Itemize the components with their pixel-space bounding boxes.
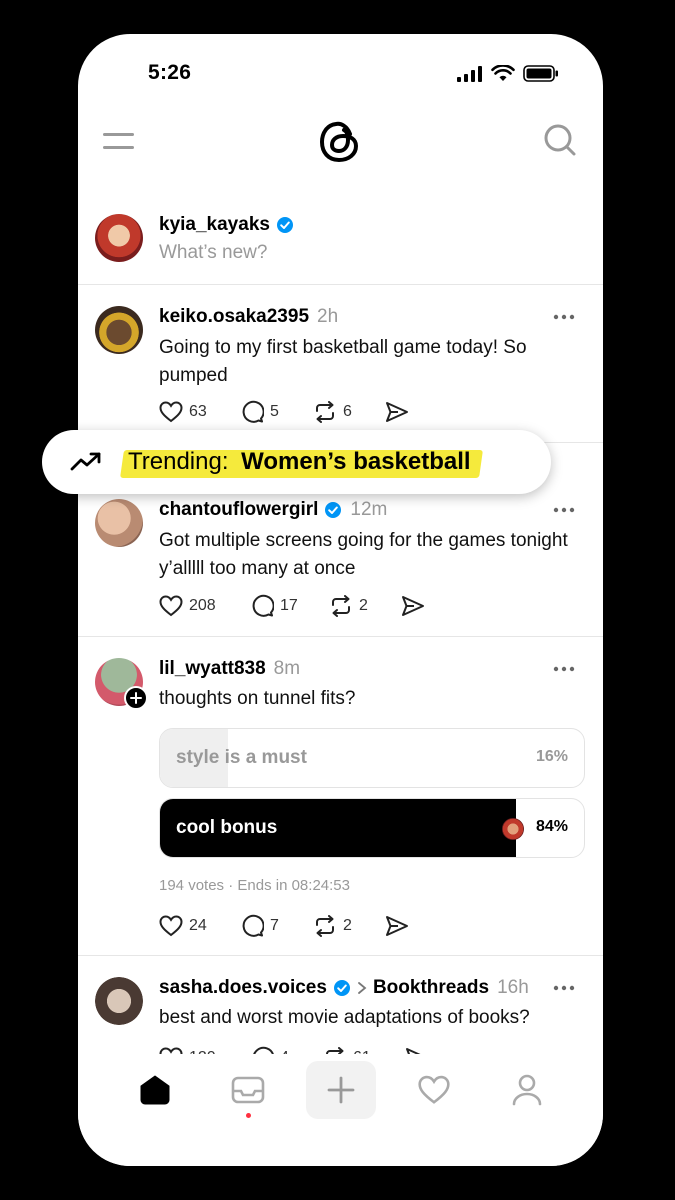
post-username[interactable]: sasha.does.voices Bookthreads 16h [159,977,529,999]
reply-button[interactable]: 17 [251,594,329,617]
share-button[interactable] [385,401,409,423]
repost-button[interactable]: 2 [313,914,385,937]
more-options-icon[interactable] [553,666,575,672]
divider [78,955,603,956]
phone-screen: 5:26 kyia_kayaks What’s new? keiko.osaka… [78,34,603,1166]
trending-up-icon [70,452,101,471]
community-name[interactable]: Bookthreads [373,977,489,999]
verified-badge-icon [276,217,293,233]
post-time: 2h [317,306,339,327]
wifi-icon [491,65,515,81]
like-button[interactable]: 208 [159,594,251,617]
nav-inbox[interactable] [213,1061,283,1119]
repost-icon [316,400,334,423]
trending-topic: Women’s basketball [241,448,471,475]
repost-button[interactable]: 6 [313,400,385,423]
comment-icon [242,400,264,423]
post-text: best and worst movie adaptations of book… [159,1007,530,1028]
poll-percent: 84% [535,818,568,835]
poll-option-label: style is a must [176,747,307,768]
post-actions: 24 7 2 [159,914,409,937]
composer-input[interactable]: What’s new? [159,242,267,264]
more-options-icon[interactable] [553,507,575,513]
post-actions: 208 17 2 [159,594,425,617]
status-icons [457,65,559,82]
post-time: 12m [350,499,388,520]
post-text: Going to my first basketball game today!… [159,337,527,386]
follow-plus-icon[interactable] [124,686,148,710]
threads-logo[interactable] [319,118,361,164]
more-options-icon[interactable] [553,985,575,991]
post-avatar[interactable] [95,306,143,354]
reply-button[interactable]: 5 [241,400,313,423]
poll-option[interactable]: style is a must 16% [159,728,585,788]
chevron-right-icon [358,982,367,994]
heart-icon [159,914,183,936]
post-time: 16h [497,977,529,998]
heart-icon [159,400,183,422]
composer-username: kyia_kayaks [159,214,294,236]
poll-meta: 194 votes · Ends in 08:24:53 [159,877,350,894]
share-button[interactable] [401,595,425,617]
share-button[interactable] [385,915,409,937]
divider [78,284,603,285]
composer-avatar[interactable] [95,214,143,262]
post-text: thoughts on tunnel fits? [159,688,356,709]
trending-text: Trending: Women’s basketball [124,446,475,478]
divider [78,636,603,637]
post-username[interactable]: lil_wyatt838 8m [159,658,300,680]
bottom-nav [78,1061,603,1121]
post-username[interactable]: keiko.osaka2395 2h [159,306,338,328]
send-icon [386,401,408,422]
post-avatar[interactable] [95,977,143,1025]
notification-dot [246,1113,251,1118]
like-button[interactable]: 63 [159,400,241,423]
post-username[interactable]: chantouflowergirl 12m [159,499,387,521]
inbox-icon [231,1076,265,1104]
post-time: 8m [273,658,301,679]
send-icon [386,915,408,936]
poll-option-selected[interactable]: cool bonus 84% [159,798,585,858]
comment-icon [252,594,274,617]
voter-avatar [502,818,524,840]
repost-icon [332,594,350,617]
signal-icon [457,65,482,82]
repost-button[interactable]: 2 [329,594,401,617]
heart-icon [418,1075,450,1104]
nav-profile[interactable] [492,1061,562,1119]
search-icon[interactable] [543,123,577,157]
nav-activity[interactable] [399,1061,469,1119]
verified-badge-icon [325,502,342,518]
post-avatar[interactable] [95,499,143,547]
menu-icon[interactable] [103,132,135,152]
poll-option-label: cool bonus [176,817,278,838]
comment-icon [242,914,264,937]
reply-button[interactable]: 7 [241,914,313,937]
home-icon [140,1075,170,1105]
poll-percent: 16% [535,748,568,765]
more-options-icon[interactable] [553,314,575,320]
trending-banner[interactable]: Trending: Women’s basketball [42,430,551,494]
post-text: Got multiple screens going for the games… [159,530,568,579]
verified-badge-icon [333,980,350,996]
send-icon [402,595,424,616]
post-actions: 63 5 6 [159,400,409,423]
profile-icon [512,1074,542,1106]
status-time: 5:26 [148,61,192,84]
repost-icon [316,914,334,937]
nav-create[interactable] [306,1061,376,1119]
battery-icon [523,65,558,82]
like-button[interactable]: 24 [159,914,241,937]
trending-label: Trending: [128,448,229,475]
heart-icon [159,594,183,616]
nav-home[interactable] [120,1061,190,1119]
plus-icon [327,1076,355,1104]
